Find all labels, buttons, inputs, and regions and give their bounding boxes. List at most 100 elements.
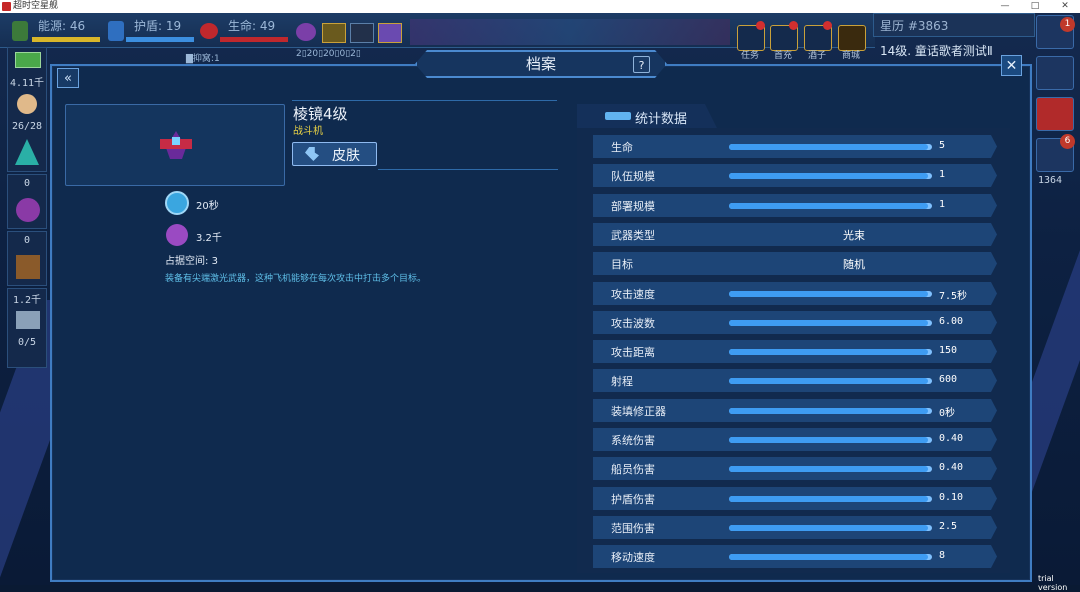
crew-icon[interactable] bbox=[17, 94, 37, 114]
tavern-alert-icon bbox=[823, 21, 832, 30]
shield-icon bbox=[108, 21, 124, 41]
window-title-bar: 超时空星舰 — □ ✕ bbox=[0, 0, 1080, 13]
stat-bar-fill bbox=[729, 525, 928, 531]
dialog-close-button[interactable]: ✕ bbox=[1001, 55, 1022, 76]
shop-label: 商城 bbox=[841, 51, 860, 61]
star-calendar: 星历 #3863 bbox=[873, 13, 1035, 37]
stat-label: 目标 bbox=[611, 258, 633, 271]
energy-bar bbox=[32, 37, 100, 42]
crew-value: 26/28 bbox=[11, 121, 43, 132]
stat-bar-fill bbox=[729, 173, 928, 179]
stat-value: 8 bbox=[939, 550, 946, 561]
battery-icon bbox=[605, 112, 631, 120]
orb-value: 0 bbox=[23, 235, 31, 246]
header-rule-lower bbox=[378, 169, 558, 170]
ship-preview-card bbox=[65, 104, 285, 186]
recharge-alert-icon bbox=[789, 21, 798, 30]
crate-icon[interactable] bbox=[16, 255, 40, 279]
mission-alert-icon bbox=[756, 21, 765, 30]
stat-text-value: 随机 bbox=[843, 258, 865, 271]
stat-bar-fill bbox=[729, 349, 928, 355]
player-level-text: 14级. 童话歌者测试Ⅱ bbox=[880, 44, 993, 58]
maximize-button[interactable]: □ bbox=[1020, 0, 1050, 13]
stat-label: 生命 bbox=[611, 141, 633, 154]
stat-label: 范围伤害 bbox=[611, 522, 655, 535]
shield-label: 护盾: 19 bbox=[134, 19, 182, 33]
money-icon bbox=[15, 52, 41, 68]
stat-label: 射程 bbox=[611, 375, 633, 388]
stat-label: 系统伤害 bbox=[611, 434, 655, 447]
orb-icon[interactable] bbox=[16, 198, 40, 222]
stat-value: 0.40 bbox=[939, 433, 964, 444]
health-bar bbox=[220, 37, 288, 42]
window-close-button[interactable]: ✕ bbox=[1050, 0, 1080, 13]
mission-label: 任务 bbox=[740, 51, 759, 61]
stat-label: 攻击速度 bbox=[611, 288, 655, 301]
stat-value: 150 bbox=[939, 345, 958, 356]
left-resource-bar: 4.11千 26/28 0 0 1.2千 0/5 bbox=[7, 47, 47, 382]
hammer-button[interactable] bbox=[1036, 56, 1074, 90]
stat-value: 7.5秒 bbox=[939, 291, 968, 302]
recharge-label: 首充 bbox=[773, 51, 792, 61]
workshop-value: 0/5 bbox=[17, 337, 37, 348]
chat-badge: 1 bbox=[1060, 17, 1075, 32]
space-value: 3 bbox=[211, 256, 218, 267]
health-icon bbox=[200, 23, 218, 39]
space-label: 占据空间: bbox=[165, 256, 209, 267]
workshop-icon[interactable] bbox=[16, 311, 40, 329]
stat-bar-fill bbox=[729, 320, 928, 326]
trophy-badge: 6 bbox=[1060, 134, 1075, 149]
xp-icon[interactable] bbox=[322, 23, 346, 43]
language-flag-button[interactable] bbox=[1036, 97, 1074, 131]
energy-icon bbox=[12, 21, 28, 41]
build-time-value: 20秒 bbox=[196, 201, 219, 212]
stat-value: 6.00 bbox=[939, 316, 964, 327]
window-title: 超时空星舰 bbox=[13, 1, 59, 11]
stat-label: 护盾伤害 bbox=[611, 493, 655, 506]
shield-bar bbox=[126, 37, 194, 42]
trophy-count: 1364 bbox=[1038, 175, 1063, 186]
stat-bar-fill bbox=[729, 554, 928, 560]
money-value: 4.11千 bbox=[9, 78, 45, 89]
stat-label: 船员伤害 bbox=[611, 463, 655, 476]
skin-button-label: 皮肤 bbox=[332, 148, 360, 164]
minimize-button[interactable]: — bbox=[990, 0, 1020, 13]
stat-value: 600 bbox=[939, 374, 958, 385]
orb-cost-icon bbox=[166, 224, 188, 246]
dialog-title: 档案 bbox=[525, 55, 556, 73]
hud-ship-strip bbox=[410, 19, 730, 45]
stat-bar-fill bbox=[729, 291, 928, 297]
stat-value: 0秒 bbox=[939, 408, 956, 419]
cost-value: 3.2千 bbox=[196, 233, 222, 244]
stat-label: 装填修正器 bbox=[611, 405, 666, 418]
space-line: 占据空间: 3 bbox=[165, 252, 218, 267]
stat-label: 队伍规模 bbox=[611, 170, 655, 183]
orb-resource-icon[interactable] bbox=[296, 23, 316, 41]
trial-watermark: trial version bbox=[1038, 574, 1068, 592]
crate-value: 1.2千 bbox=[12, 295, 42, 306]
stat-bar-fill bbox=[729, 408, 928, 414]
stat-bar-fill bbox=[729, 144, 928, 150]
stat-value: 1 bbox=[939, 199, 946, 210]
boots-icon[interactable] bbox=[378, 23, 402, 43]
app-icon bbox=[2, 2, 11, 11]
stat-bar-fill bbox=[729, 437, 928, 443]
stat-value: 0.10 bbox=[939, 492, 964, 503]
stat-label: 部署规模 bbox=[611, 200, 655, 213]
ship-sprite-icon bbox=[156, 125, 196, 165]
top-hud: 能源: 46 护盾: 19 生命: 49 ▇抑窝:1 2▯20▯20▯0▯2▯ … bbox=[0, 13, 875, 64]
stat-label: 攻击距离 bbox=[611, 346, 655, 359]
stat-value: 5 bbox=[939, 140, 946, 151]
stat-bar-fill bbox=[729, 466, 928, 472]
back-button[interactable]: « bbox=[57, 68, 79, 88]
gear-icon[interactable] bbox=[350, 23, 374, 43]
help-button[interactable]: ? bbox=[633, 56, 650, 73]
stat-bar-fill bbox=[729, 203, 928, 209]
stat-bar-fill bbox=[729, 496, 928, 502]
stat-text-value: 光束 bbox=[843, 229, 865, 242]
ship-description: 装备有尖端激光武器，这种飞机能够在每次攻击中打击多个目标。 bbox=[165, 274, 427, 284]
energy-label: 能源: 46 bbox=[38, 19, 86, 33]
health-label: 生命: 49 bbox=[228, 19, 276, 33]
stat-label: 攻击波数 bbox=[611, 317, 655, 330]
clock-icon bbox=[165, 191, 189, 215]
